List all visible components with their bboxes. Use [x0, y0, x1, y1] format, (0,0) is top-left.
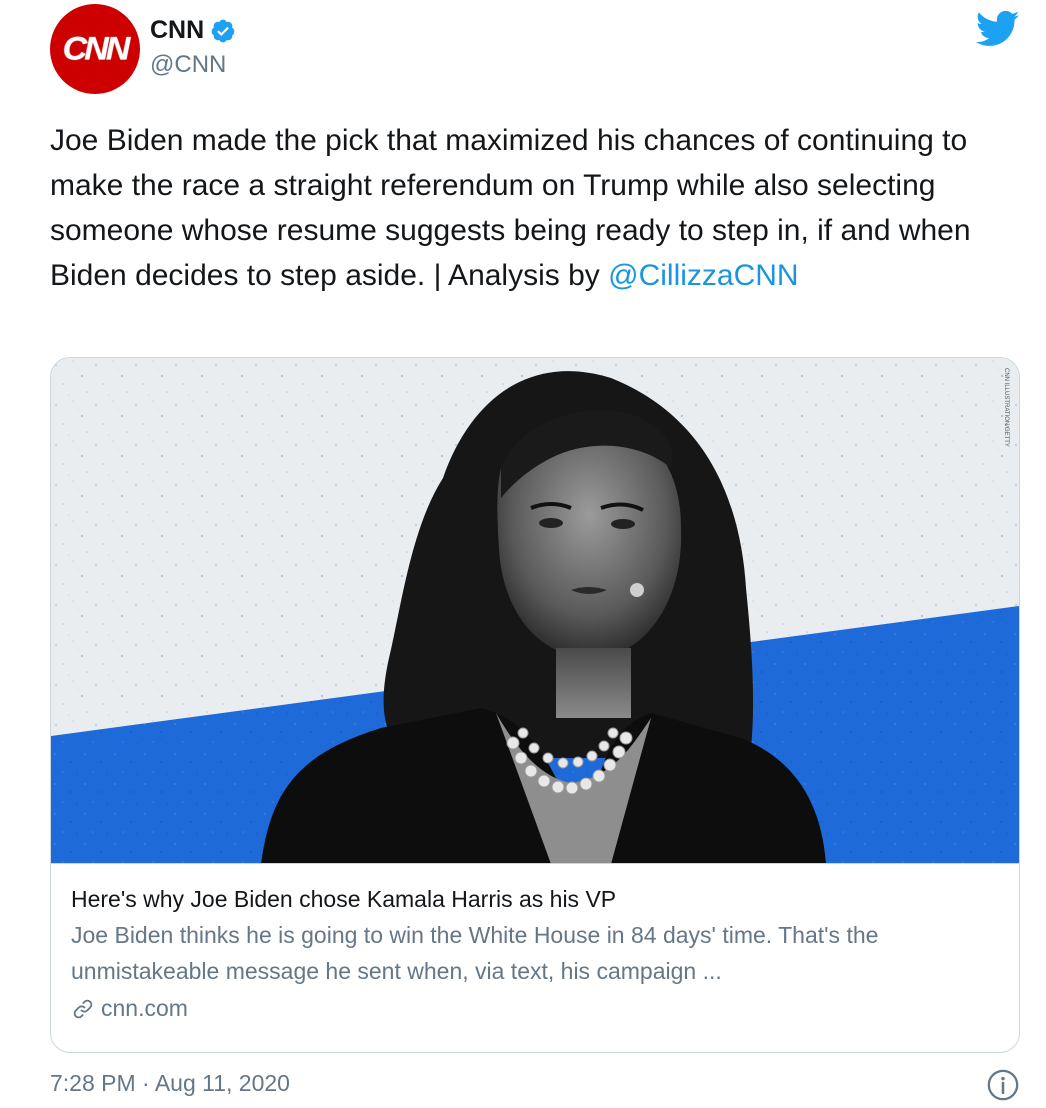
cnn-logo: CNN — [62, 30, 131, 67]
image-caption: CNN ILLUSTRATION/GETTY — [1003, 368, 1009, 447]
account-name[interactable]: CNN — [150, 16, 204, 45]
link-icon — [73, 999, 93, 1018]
name-row: CNN — [150, 16, 236, 45]
account-handle[interactable]: @CNN — [150, 51, 236, 79]
card-domain-text: cnn.com — [101, 995, 188, 1021]
card-title[interactable]: Here's why Joe Biden chose Kamala Harris… — [71, 883, 999, 915]
account-info: CNN @CNN — [150, 16, 236, 79]
avatar[interactable]: CNN — [50, 4, 140, 94]
card-image[interactable]: CNN ILLUSTRATION/GETTY — [51, 358, 1019, 864]
portrait-illustration: CNN ILLUSTRATION/GETTY — [51, 358, 1019, 863]
tweet-header: CNN CNN @CNN — [50, 4, 1020, 96]
info-icon[interactable] — [986, 1068, 1020, 1102]
card-description: Joe Biden thinks he is going to win the … — [71, 922, 879, 984]
twitter-bird-icon[interactable] — [976, 10, 1020, 48]
link-card[interactable]: CNN ILLUSTRATION/GETTY Here's why Joe Bi… — [50, 357, 1020, 1053]
tweet-timestamp[interactable]: 7:28 PM · Aug 11, 2020 — [50, 1070, 290, 1097]
verified-badge-icon — [211, 19, 235, 42]
tweet-text: Joe Biden made the pick that maximized h… — [50, 118, 1025, 298]
mention-link[interactable]: @CillizzaCNN — [608, 259, 798, 292]
card-body: Here's why Joe Biden chose Kamala Harris… — [71, 883, 999, 1022]
tweet-body: Joe Biden made the pick that maximized h… — [50, 124, 971, 292]
card-domain[interactable]: cnn.com — [71, 995, 999, 1022]
